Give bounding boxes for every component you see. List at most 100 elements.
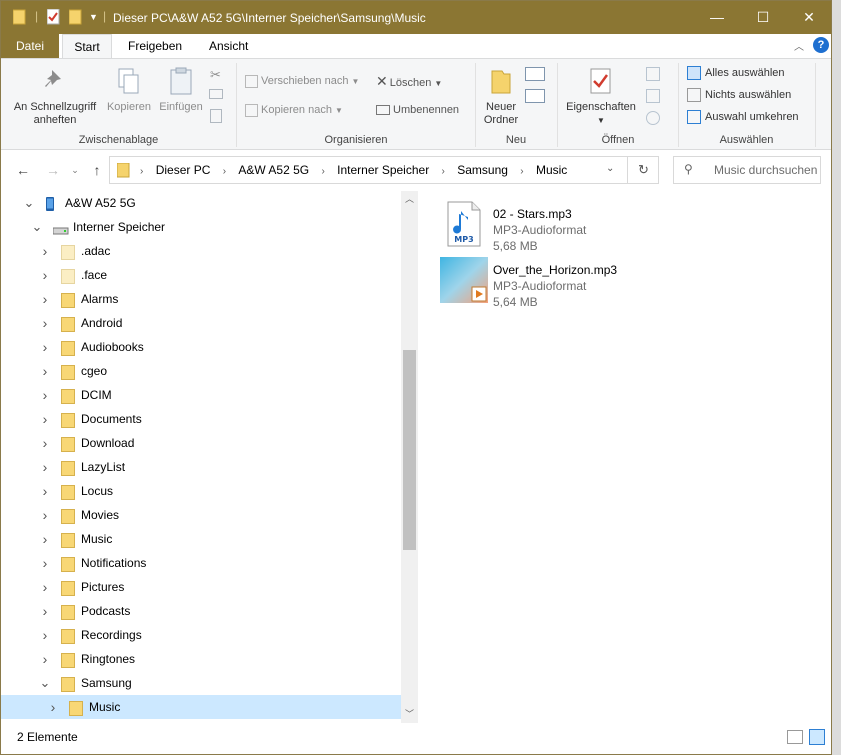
refresh-icon[interactable]: ↻: [638, 162, 649, 178]
new-item-icon[interactable]: [525, 67, 545, 81]
breadcrumb-item[interactable]: Interner Speicher: [337, 157, 429, 183]
chevron-right-icon[interactable]: ›: [47, 695, 59, 719]
chevron-right-icon[interactable]: ›: [39, 599, 51, 623]
title-bar[interactable]: | ▼ | Dieser PC\A&W A52 5G\Interner Spei…: [1, 1, 831, 34]
breadcrumb-separator-icon[interactable]: ›: [520, 159, 523, 185]
tree-item[interactable]: › cgeo: [1, 359, 401, 383]
chevron-down-icon[interactable]: ⌄: [39, 671, 51, 695]
qat-dropdown-icon[interactable]: ▼: [89, 12, 98, 30]
tree-item[interactable]: › .adac: [1, 239, 401, 263]
address-dropdown-icon[interactable]: ⌄: [606, 163, 614, 174]
tree-item[interactable]: › Podcasts: [1, 599, 401, 623]
file-item[interactable]: Over_the_Horizon.mp3 MP3-Audioformat 5,6…: [438, 255, 658, 309]
pin-quick-access-button[interactable]: An Schnellzugriff anheften: [9, 67, 101, 127]
chevron-right-icon[interactable]: ›: [39, 455, 51, 479]
maximize-button[interactable]: ☐: [740, 1, 786, 34]
chevron-right-icon[interactable]: ›: [39, 311, 51, 335]
paste-button[interactable]: Einfügen: [156, 67, 206, 114]
move-to-button[interactable]: Verschieben nach ▼: [245, 72, 359, 90]
new-folder-button[interactable]: Neuer Ordner: [477, 67, 525, 127]
properties-qat-icon[interactable]: [46, 8, 61, 27]
delete-button[interactable]: ✕ Löschen ▼: [376, 72, 442, 90]
address-bar[interactable]: › Dieser PC › A&W A52 5G › Interner Spei…: [109, 156, 659, 184]
rename-button[interactable]: Umbenennen: [376, 101, 459, 119]
tree-item[interactable]: › Ringtones: [1, 647, 401, 671]
tree-item[interactable]: ⌄ Samsung: [1, 671, 401, 695]
back-arrow-icon[interactable]: ←: [13, 160, 33, 180]
search-input[interactable]: Music durchsuchen: [714, 163, 817, 177]
chevron-right-icon[interactable]: ›: [39, 527, 51, 551]
breadcrumb-separator-icon[interactable]: ›: [321, 159, 324, 185]
chevron-right-icon[interactable]: ›: [39, 551, 51, 575]
history-icon[interactable]: [646, 111, 660, 125]
tree-item[interactable]: › Locus: [1, 479, 401, 503]
edit-icon[interactable]: [646, 89, 660, 103]
tree-item[interactable]: › DCIM: [1, 383, 401, 407]
chevron-right-icon[interactable]: ›: [39, 383, 51, 407]
tree-item[interactable]: › Movies: [1, 503, 401, 527]
tree-item[interactable]: ⌄ A&W A52 5G: [1, 191, 401, 215]
tree-item[interactable]: › Music: [1, 527, 401, 551]
recent-locations-icon[interactable]: ⌄: [65, 160, 85, 180]
tree-item[interactable]: › .face: [1, 263, 401, 287]
chevron-right-icon[interactable]: ›: [39, 503, 51, 527]
breadcrumb-item[interactable]: Dieser PC: [156, 157, 211, 183]
file-item[interactable]: MP3 02 - Stars.mp3 MP3-Audioformat 5,68 …: [438, 199, 658, 253]
breadcrumb-item[interactable]: Music: [536, 157, 567, 183]
up-arrow-icon[interactable]: ↑: [87, 160, 107, 180]
tab-datei[interactable]: Datei: [1, 34, 59, 58]
chevron-right-icon[interactable]: ›: [39, 575, 51, 599]
chevron-right-icon[interactable]: ›: [39, 335, 51, 359]
scroll-up-icon[interactable]: ︿: [401, 191, 418, 208]
tree-item[interactable]: › LazyList: [1, 455, 401, 479]
tree-item[interactable]: › Recordings: [1, 623, 401, 647]
select-none-button[interactable]: Nichts auswählen: [687, 86, 791, 104]
cut-icon[interactable]: ✂: [210, 67, 221, 83]
tree-item[interactable]: › Download: [1, 431, 401, 455]
breadcrumb-item[interactable]: A&W A52 5G: [238, 157, 309, 183]
chevron-right-icon[interactable]: ›: [39, 647, 51, 671]
paste-shortcut-icon[interactable]: [210, 109, 222, 123]
copy-button[interactable]: Kopieren: [103, 67, 155, 114]
tree-item[interactable]: › Audiobooks: [1, 335, 401, 359]
chevron-right-icon[interactable]: ›: [39, 263, 51, 287]
minimize-button[interactable]: —: [694, 1, 740, 34]
close-button[interactable]: ✕: [786, 1, 831, 34]
chevron-right-icon[interactable]: ›: [39, 407, 51, 431]
large-icons-view-icon[interactable]: [809, 729, 825, 745]
chevron-down-icon[interactable]: ⌄: [23, 191, 35, 215]
chevron-right-icon[interactable]: ›: [39, 431, 51, 455]
breadcrumb-item[interactable]: Samsung: [457, 157, 508, 183]
tree-scrollbar[interactable]: ︿ ﹀: [401, 191, 418, 723]
chevron-right-icon[interactable]: ›: [39, 287, 51, 311]
tree-item[interactable]: › Notifications: [1, 551, 401, 575]
copy-path-icon[interactable]: [209, 89, 223, 99]
properties-button[interactable]: Eigenschaften ▼: [561, 67, 641, 127]
chevron-down-icon[interactable]: ⌄: [31, 215, 43, 239]
tree-item[interactable]: › Documents: [1, 407, 401, 431]
search-box[interactable]: ⚲ Music durchsuchen: [673, 156, 821, 184]
select-all-button[interactable]: Alles auswählen: [687, 64, 785, 82]
details-view-icon[interactable]: [787, 730, 803, 744]
invert-selection-button[interactable]: Auswahl umkehren: [687, 108, 799, 126]
tree-item[interactable]: › Android: [1, 311, 401, 335]
easy-access-icon[interactable]: [525, 89, 545, 103]
copy-to-button[interactable]: Kopieren nach ▼: [245, 101, 343, 119]
collapse-ribbon-icon[interactable]: ︿: [794, 38, 804, 53]
help-icon[interactable]: ?: [813, 37, 829, 53]
navigation-pane[interactable]: › Music ⌄ Samsung › Ringtones › Recordings › Podc…: [1, 191, 418, 723]
file-list[interactable]: MP3 02 - Stars.mp3 MP3-Audioformat 5,68 …: [418, 191, 831, 723]
tab-freigeben[interactable]: Freigeben: [116, 34, 194, 58]
chevron-right-icon[interactable]: ›: [39, 479, 51, 503]
tab-start[interactable]: Start: [62, 34, 112, 59]
breadcrumb-separator-icon[interactable]: ›: [442, 159, 445, 185]
scrollbar-thumb[interactable]: [403, 350, 416, 550]
breadcrumb-separator-icon[interactable]: ›: [223, 159, 226, 185]
open-icon[interactable]: [646, 67, 660, 81]
chevron-right-icon[interactable]: ›: [39, 239, 51, 263]
tab-ansicht[interactable]: Ansicht: [197, 34, 260, 58]
tree-item[interactable]: › Alarms: [1, 287, 401, 311]
forward-arrow-icon[interactable]: →: [43, 160, 63, 180]
chevron-right-icon[interactable]: ›: [39, 623, 51, 647]
tree-item[interactable]: › Pictures: [1, 575, 401, 599]
